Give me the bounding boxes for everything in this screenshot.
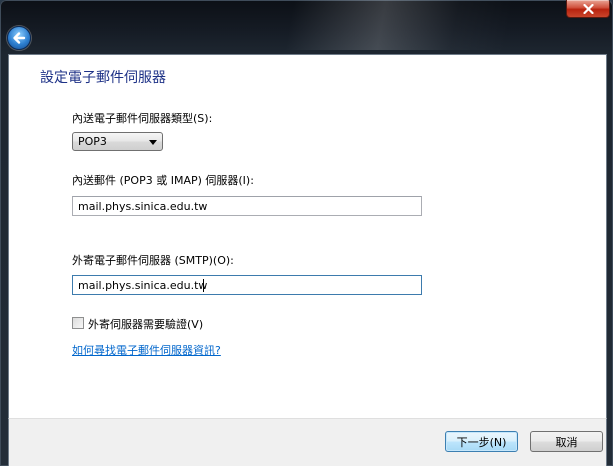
wizard-content: 設定電子郵件伺服器 內送電子郵件伺服器類型(S): POP3 內送郵件 (POP… bbox=[8, 54, 607, 420]
incoming-type-select[interactable]: POP3 bbox=[72, 132, 163, 151]
incoming-type-label: 內送電子郵件伺服器類型(S): bbox=[72, 112, 213, 125]
page-title: 設定電子郵件伺服器 bbox=[40, 70, 166, 86]
outgoing-server-label: 外寄電子郵件伺服器 (SMTP)(O): bbox=[72, 254, 234, 267]
server-info-help-link[interactable]: 如何尋找電子郵件伺服器資訊? bbox=[72, 342, 221, 358]
incoming-server-field[interactable] bbox=[72, 196, 422, 216]
text-caret bbox=[203, 279, 204, 292]
incoming-type-value: POP3 bbox=[78, 135, 107, 148]
outgoing-server-input[interactable] bbox=[73, 276, 421, 294]
wizard-window: 設定電子郵件伺服器 內送電子郵件伺服器類型(S): POP3 內送郵件 (POP… bbox=[0, 0, 613, 466]
outgoing-server-field[interactable] bbox=[72, 275, 422, 295]
chevron-down-icon bbox=[149, 140, 157, 145]
incoming-server-input[interactable] bbox=[73, 197, 421, 215]
title-bar-glass bbox=[220, 0, 580, 50]
close-icon bbox=[582, 3, 594, 14]
back-button[interactable] bbox=[7, 26, 31, 50]
next-button[interactable]: 下一步(N) bbox=[445, 431, 518, 452]
incoming-server-label: 內送郵件 (POP3 或 IMAP) 伺服器(I): bbox=[72, 174, 254, 187]
close-button[interactable] bbox=[566, 0, 610, 18]
back-arrow-icon bbox=[13, 32, 26, 44]
wizard-footer: 下一步(N) 取消 bbox=[8, 418, 607, 466]
auth-required-label[interactable]: 外寄伺服器需要驗證(V) bbox=[88, 316, 203, 332]
cancel-button[interactable]: 取消 bbox=[530, 431, 603, 452]
auth-required-checkbox[interactable] bbox=[72, 317, 84, 329]
